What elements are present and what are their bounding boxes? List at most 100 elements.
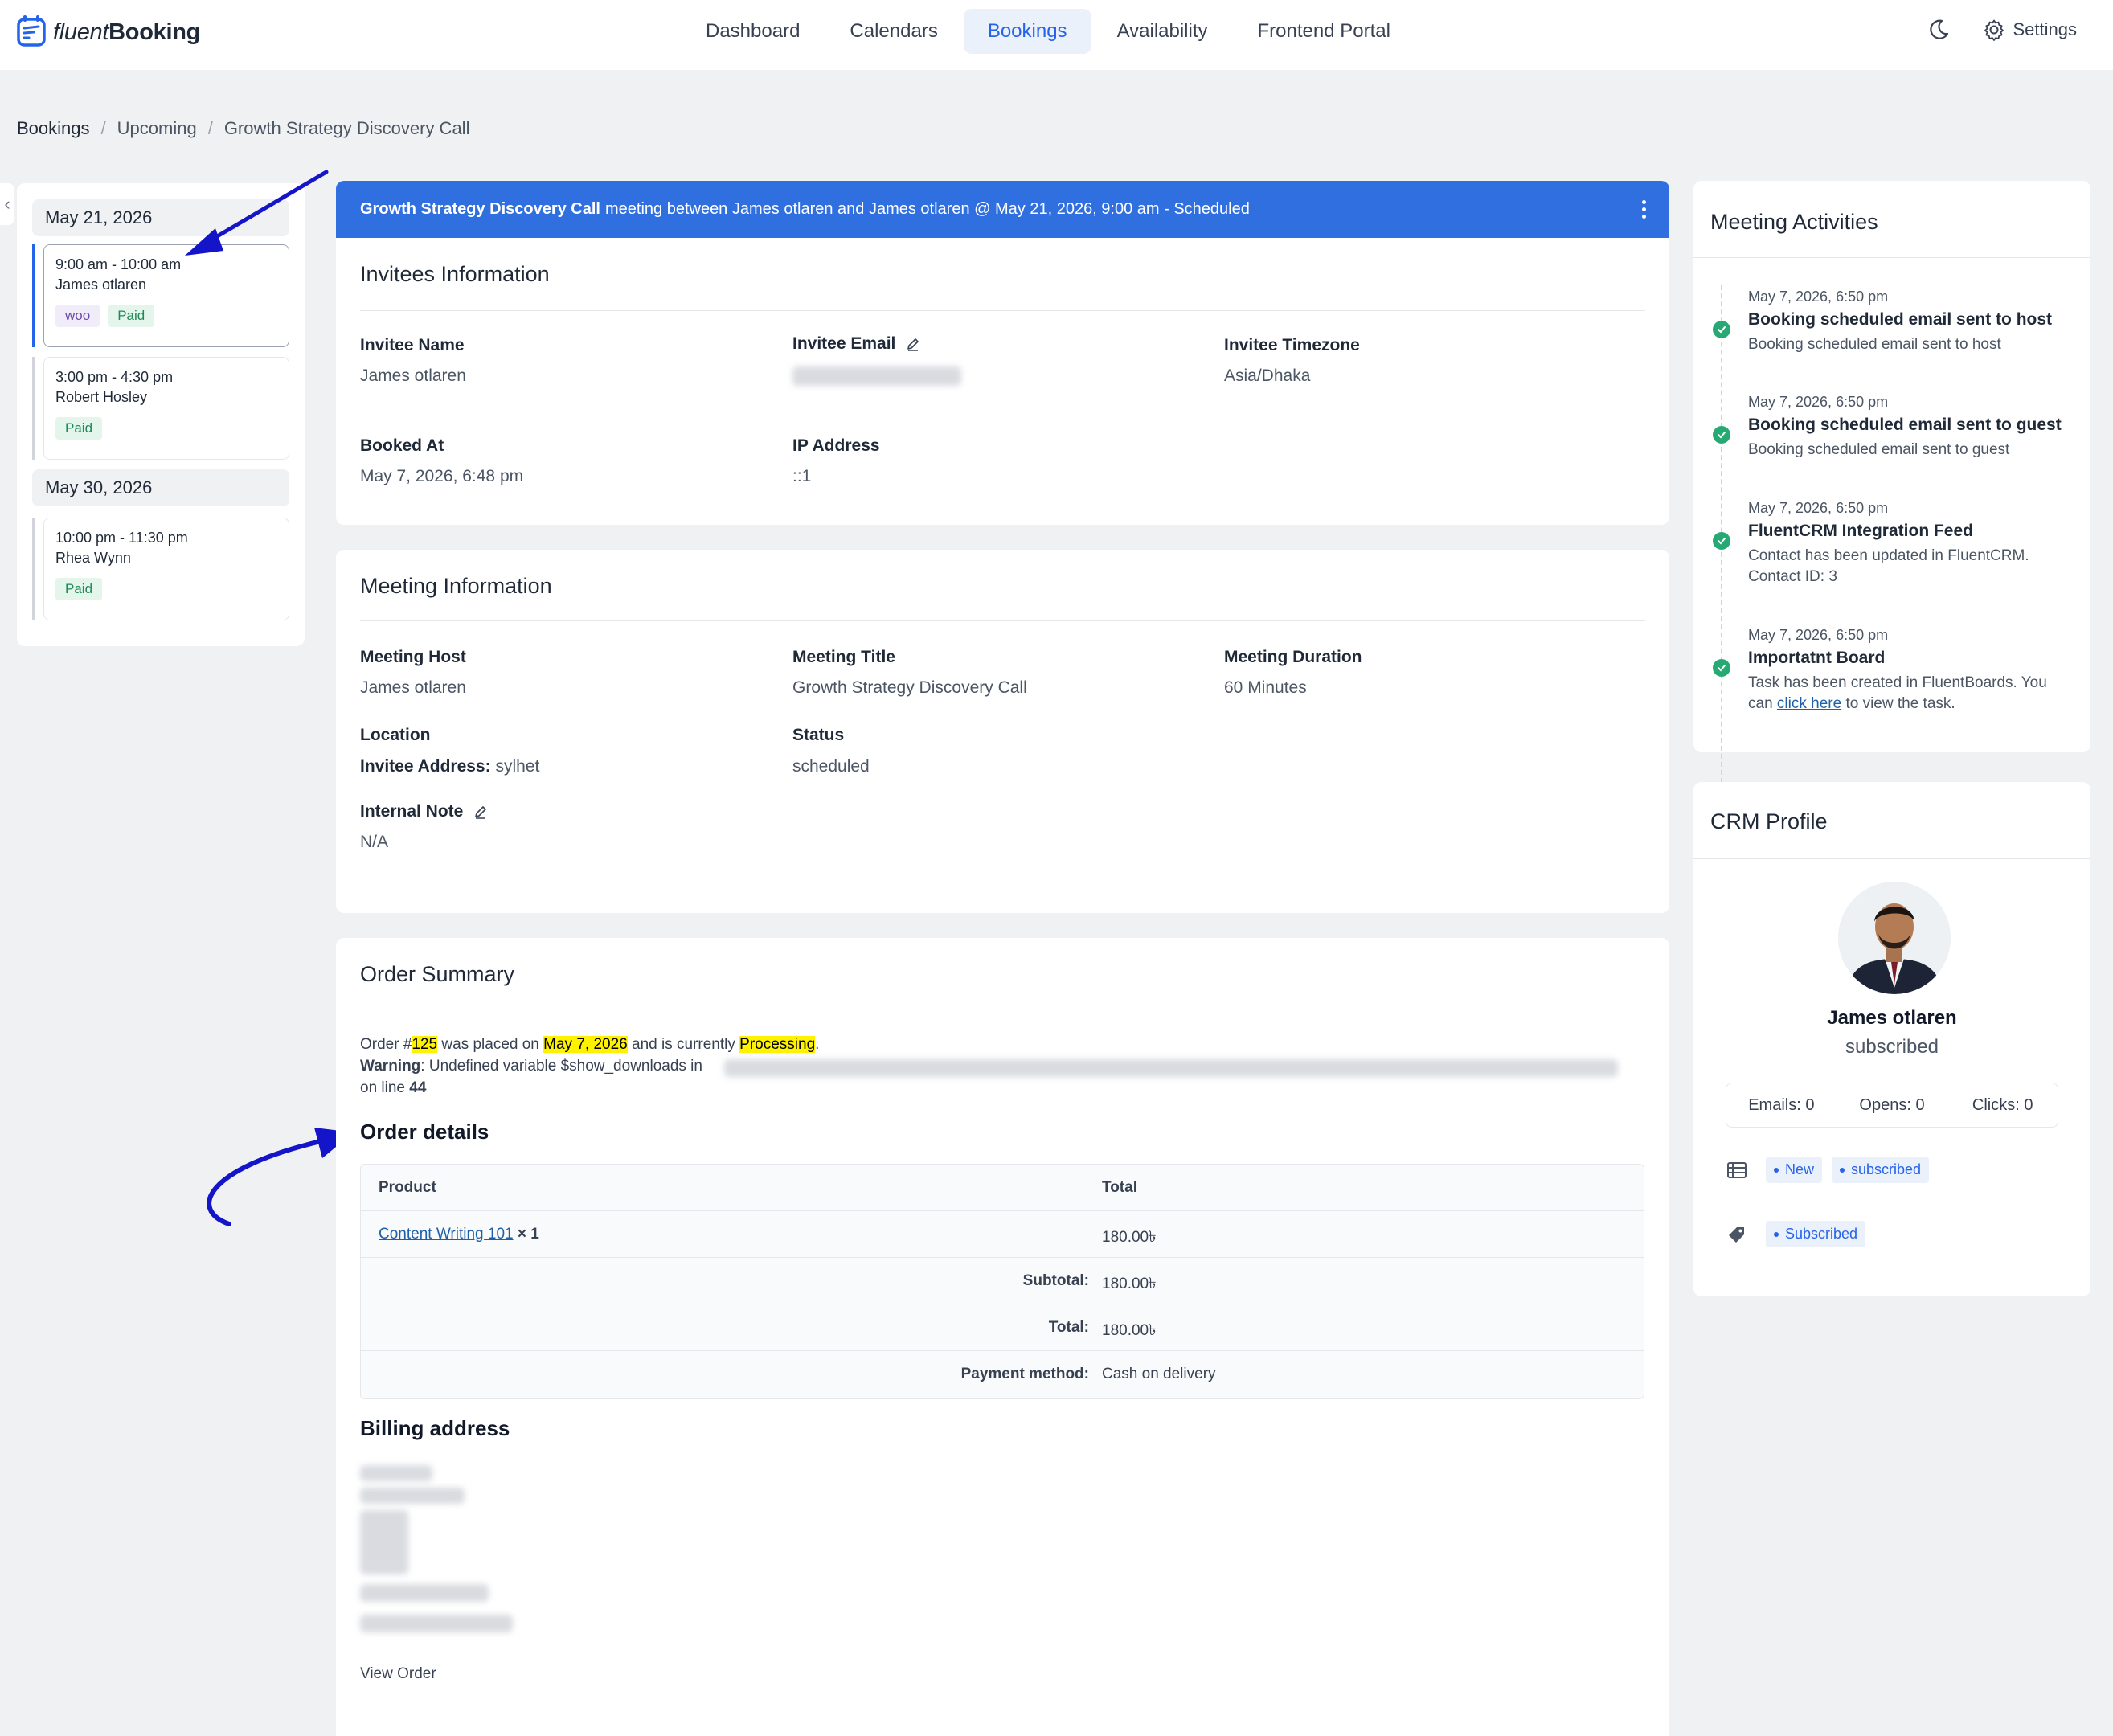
click-here-link[interactable]: click here bbox=[1777, 695, 1841, 712]
banner-meeting-title: Growth Strategy Discovery Call bbox=[360, 200, 600, 218]
invitee-name-label: Invitee Name bbox=[360, 336, 465, 354]
list-tag-new: New bbox=[1766, 1157, 1823, 1183]
nav-bookings[interactable]: Bookings bbox=[963, 9, 1091, 54]
edit-pencil-icon[interactable] bbox=[473, 804, 489, 820]
invitee-timezone-label: Invitee Timezone bbox=[1224, 336, 1360, 354]
breadcrumb-separator: / bbox=[100, 118, 106, 138]
nav-calendars[interactable]: Calendars bbox=[825, 9, 961, 54]
location-label: Location bbox=[360, 726, 431, 744]
total-label: Total: bbox=[1048, 1319, 1089, 1336]
payment-method-label: Payment method: bbox=[960, 1365, 1089, 1382]
billing-email-redacted bbox=[360, 1615, 513, 1632]
table-row: Payment method: Cash on delivery bbox=[361, 1351, 1644, 1398]
booking-slot-wrapper: 3:00 pm - 4:30 pm Robert Hosley Paid bbox=[32, 357, 289, 460]
activity-item: May 7, 2026, 6:50 pm Booking scheduled e… bbox=[1748, 394, 2070, 461]
billing-address-redacted bbox=[360, 1488, 465, 1504]
annotation-arrow-icon bbox=[185, 170, 329, 256]
emails-stat: Emails: 0 bbox=[1726, 1083, 1837, 1127]
col-product-header: Product bbox=[379, 1179, 436, 1196]
meeting-duration-label: Meeting Duration bbox=[1224, 648, 1362, 666]
breadcrumb-separator: / bbox=[207, 118, 213, 138]
invitee-name-value: James otlaren bbox=[360, 366, 466, 385]
location-value: Invitee Address: sylhet bbox=[360, 757, 540, 776]
tag-subscribed: Subscribed bbox=[1766, 1221, 1866, 1247]
view-order-link[interactable]: View Order bbox=[360, 1665, 436, 1683]
paid-badge: Paid bbox=[108, 305, 155, 327]
crm-email-stats: Emails: 0 Opens: 0 Clicks: 0 bbox=[1726, 1083, 2058, 1128]
check-circle-icon bbox=[1713, 659, 1730, 677]
order-summary-card: Order Summary Order #125 was placed on M… bbox=[336, 938, 1669, 1736]
booking-slot-wrapper: 10:00 pm - 11:30 pm Rhea Wynn Paid bbox=[32, 518, 289, 620]
slot-invitee-name: Rhea Wynn bbox=[55, 550, 131, 566]
meeting-activities-card: Meeting Activities May 7, 2026, 6:50 pm … bbox=[1693, 181, 2090, 928]
slot-invitee-name: James otlaren bbox=[55, 276, 147, 293]
invitees-information-card: Invitees Information Invitee Name James … bbox=[336, 238, 1669, 525]
booking-slot-rhea-wynn[interactable]: 10:00 pm - 11:30 pm Rhea Wynn Paid bbox=[43, 518, 289, 620]
order-summary-heading: Order Summary bbox=[360, 962, 515, 986]
billing-phone-redacted bbox=[360, 1584, 489, 1602]
edit-pencil-icon[interactable] bbox=[905, 336, 921, 352]
meeting-host-label: Meeting Host bbox=[360, 648, 466, 666]
order-details-heading: Order details bbox=[360, 1120, 489, 1144]
slot-indicator bbox=[32, 357, 35, 460]
fluentbooking-logo-icon bbox=[17, 15, 46, 47]
fluentbooking-logo[interactable]: fluentBooking bbox=[16, 14, 200, 50]
divider bbox=[360, 620, 1645, 621]
nav-dashboard[interactable]: Dashboard bbox=[682, 9, 824, 54]
list-icon bbox=[1727, 1161, 1747, 1178]
activity-time: May 7, 2026, 6:50 pm bbox=[1748, 289, 1889, 305]
billing-address-heading: Billing address bbox=[360, 1416, 510, 1440]
col-total-header: Total bbox=[1102, 1179, 1137, 1196]
meeting-information-card: Meeting Information Meeting Host James o… bbox=[336, 550, 1669, 913]
product-cell: Content Writing 101 × 1 bbox=[379, 1226, 539, 1243]
breadcrumb: Bookings / Upcoming / Growth Strategy Di… bbox=[17, 118, 469, 139]
active-slot-indicator bbox=[32, 244, 35, 347]
divider bbox=[1693, 858, 2090, 859]
nav-frontend-portal[interactable]: Frontend Portal bbox=[1234, 9, 1415, 54]
breadcrumb-upcoming[interactable]: Upcoming bbox=[117, 118, 197, 139]
check-circle-icon bbox=[1713, 532, 1730, 550]
clicks-stat: Clicks: 0 bbox=[1972, 1095, 2033, 1114]
crm-contact-name: James otlaren bbox=[1827, 1007, 1957, 1029]
meeting-activities-heading: Meeting Activities bbox=[1710, 210, 1878, 234]
dark-mode-moon-icon[interactable] bbox=[1927, 18, 1951, 42]
breadcrumb-current: Growth Strategy Discovery Call bbox=[223, 118, 470, 138]
product-link[interactable]: Content Writing 101 bbox=[379, 1226, 514, 1243]
billing-address-redacted bbox=[360, 1510, 408, 1574]
tag-icon bbox=[1729, 1226, 1744, 1243]
booking-slot-robert-hosley[interactable]: 3:00 pm - 4:30 pm Robert Hosley Paid bbox=[43, 357, 289, 460]
divider bbox=[360, 310, 1645, 311]
internal-note-value: N/A bbox=[360, 833, 389, 851]
list-tag-subscribed: subscribed bbox=[1832, 1157, 1930, 1183]
banner-meeting-description: meeting between James otlaren and James … bbox=[604, 200, 1250, 218]
opens-stat: Opens: 0 bbox=[1837, 1083, 1948, 1127]
more-actions-kebab-icon[interactable] bbox=[1642, 200, 1647, 222]
settings-button[interactable]: Settings bbox=[1983, 18, 2078, 41]
ip-address-label: IP Address bbox=[792, 436, 880, 455]
collapse-sidebar-button[interactable]: ‹ bbox=[0, 183, 14, 225]
crm-contact-status: subscribed bbox=[1845, 1036, 1939, 1058]
paid-badge: Paid bbox=[55, 578, 103, 600]
table-row: Total: 180.00৳ bbox=[361, 1304, 1644, 1351]
person-avatar-icon bbox=[1838, 882, 1951, 994]
crm-lists-row: New subscribed bbox=[1726, 1157, 1939, 1183]
php-warning-line-number: on line 44 bbox=[360, 1079, 427, 1096]
invitee-email-label: Invitee Email bbox=[792, 334, 921, 354]
check-circle-icon bbox=[1713, 426, 1730, 444]
nav-availability[interactable]: Availability bbox=[1093, 9, 1232, 54]
activity-item: May 7, 2026, 6:50 pm FluentCRM Integrati… bbox=[1748, 500, 2070, 588]
meeting-duration-value: 60 Minutes bbox=[1224, 678, 1307, 697]
meeting-title-value: Growth Strategy Discovery Call bbox=[792, 678, 1027, 697]
breadcrumb-bookings[interactable]: Bookings bbox=[17, 118, 90, 139]
table-row: Content Writing 101 × 1 180.00৳ bbox=[361, 1211, 1644, 1258]
check-circle-icon bbox=[1713, 321, 1730, 338]
slot-time: 3:00 pm - 4:30 pm bbox=[55, 369, 174, 385]
chevron-left-icon: ‹ bbox=[4, 194, 10, 214]
invitee-email-redacted bbox=[792, 366, 961, 386]
slot-invitee-name: Robert Hosley bbox=[55, 389, 148, 405]
total-value: 180.00৳ bbox=[1102, 1322, 1157, 1339]
invitee-timezone-value: Asia/Dhaka bbox=[1224, 366, 1311, 385]
settings-label: Settings bbox=[2013, 19, 2078, 39]
crm-avatar bbox=[1838, 882, 1951, 994]
top-navigation-bar: fluentBooking Dashboard Calendars Bookin… bbox=[0, 0, 2113, 70]
